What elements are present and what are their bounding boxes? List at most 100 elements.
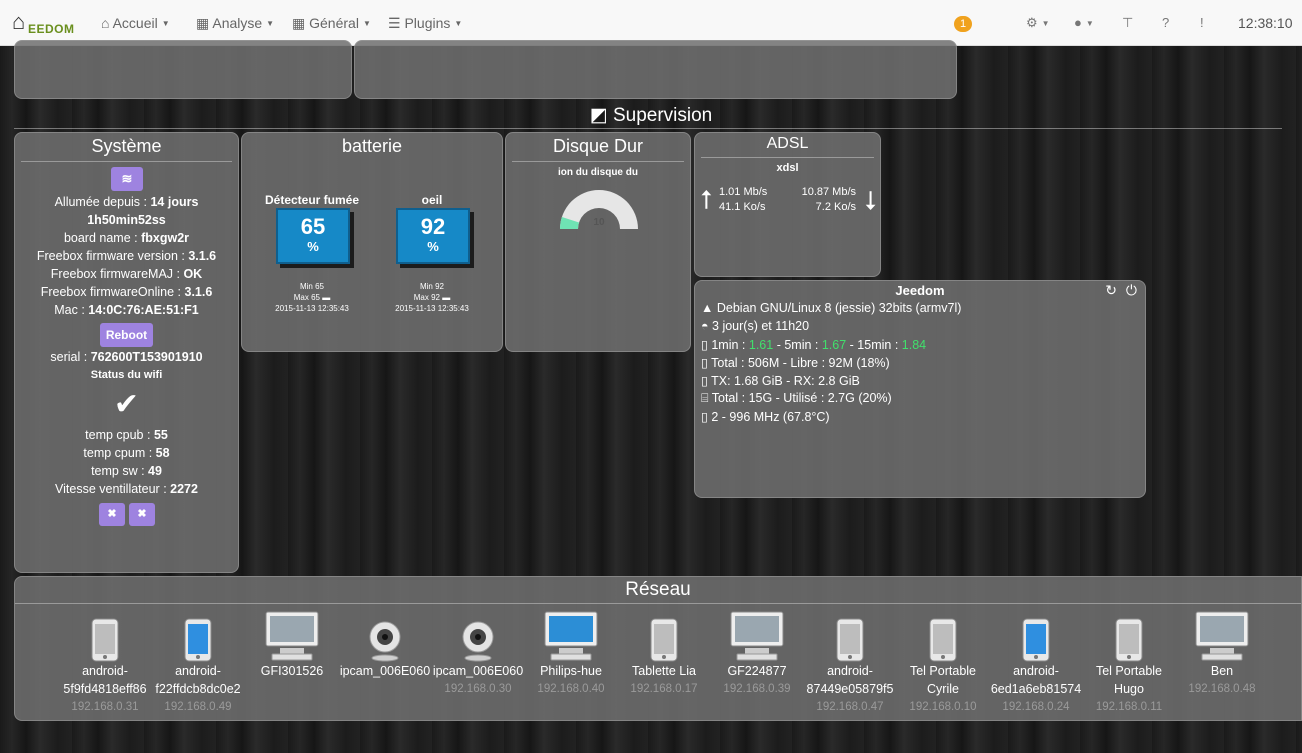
device-name: Tel Portable xyxy=(1095,664,1162,678)
phone-icon xyxy=(1083,604,1175,662)
disk-gauge-value: 10 xyxy=(593,217,605,228)
close-button-2[interactable]: ✖ xyxy=(129,503,155,526)
network-device[interactable]: Ben 192.168.0.48 xyxy=(1176,604,1268,698)
device-name-2: Cyrile xyxy=(927,682,959,696)
panel-adsl: ADSL xdsl ⭡ 1.01 Mb/s 41.1 Ko/s 10.87 Mb… xyxy=(694,132,881,277)
battery-value: 92 xyxy=(420,214,446,239)
device-name-2: f22ffdcb8dc0e2 xyxy=(155,682,241,696)
dashboard-icon: ◓ xyxy=(701,319,713,333)
device-name: android- xyxy=(175,664,221,678)
desktop-blue-icon xyxy=(525,604,617,662)
device-name: Philips-hue xyxy=(540,664,602,678)
device-name-2: 6ed1a6eb81574 xyxy=(990,682,1082,696)
phone-icon xyxy=(59,604,151,662)
refresh-icon[interactable]: ↻ xyxy=(1105,282,1117,299)
caret-down-icon: ▼ xyxy=(454,19,463,29)
reseau-title: Réseau xyxy=(625,579,691,600)
menu-accueil-label: Accueil xyxy=(112,15,158,31)
desktop-icon xyxy=(246,604,338,662)
supervision-header: ◩ Supervision xyxy=(0,104,1302,127)
device-ip: 192.168.0.40 xyxy=(537,683,605,695)
adsl-up-rate: 1.01 Mb/s xyxy=(719,186,768,198)
serial-line: serial : 762600T153901910 xyxy=(50,350,203,364)
fw-line: Freebox firmware version : 3.1.6 xyxy=(36,249,217,263)
phone-blue-icon xyxy=(990,604,1082,662)
webcam-icon xyxy=(432,604,524,662)
device-name: android- xyxy=(82,664,128,678)
disque-title: Disque Dur xyxy=(552,136,644,156)
home-icon: ⌂ xyxy=(101,15,113,31)
board-line: board name : fbxgw2r xyxy=(63,231,190,245)
phone-icon xyxy=(618,604,710,662)
check-icon: ✔ xyxy=(113,388,140,421)
battery-date: 2015-11-13 12:35:43 xyxy=(275,304,349,313)
disk-gauge: 10 xyxy=(560,190,638,229)
battery-value: 65 xyxy=(300,214,326,239)
network-icon: ▯ xyxy=(701,374,712,388)
reboot-button[interactable]: Reboot xyxy=(100,323,153,347)
wifi-status-label: Status du wifi xyxy=(90,369,163,381)
fan-line: Vitesse ventillateur : 2272 xyxy=(55,482,198,496)
network-device[interactable]: Tel Portable Hugo 192.168.0.11 xyxy=(1083,604,1175,716)
device-ip: 192.168.0.10 xyxy=(909,701,977,713)
network-device[interactable]: android-f22ffdcb8dc0e2 192.168.0.49 xyxy=(152,604,244,716)
divider xyxy=(701,157,874,158)
sitemap-icon[interactable]: ⊤ xyxy=(1122,15,1133,31)
uptime-line: ◓ 3 jour(s) et 11h20 xyxy=(701,319,810,333)
wifi-button[interactable]: ≋ xyxy=(111,167,143,191)
device-ip: 192.168.0.48 xyxy=(1188,683,1256,695)
network-device[interactable]: android- 87449e05879f5 192.168.0.47 xyxy=(804,604,896,716)
supervision-title: Supervision xyxy=(612,105,713,126)
chart-icon: ▦ xyxy=(196,15,213,31)
fwmaj-line: Freebox firmwareMAJ : OK xyxy=(50,267,203,281)
notification-badge[interactable]: 1 xyxy=(954,16,972,32)
arrow-up-icon: ⭡ xyxy=(700,185,713,215)
device-name: ipcam_006E060 xyxy=(339,664,431,678)
info-icon[interactable]: ! xyxy=(1200,15,1204,31)
disk-line: ⌸ Total : 15G - Utilisé : 2.7G (20%) xyxy=(701,391,892,405)
desktop-icon xyxy=(1176,604,1268,662)
cpum-line: temp cpum : 58 xyxy=(83,446,170,460)
phone-icon xyxy=(897,604,989,662)
hdd-icon: ⌸ xyxy=(701,391,712,405)
grid-icon: ▦ xyxy=(292,15,310,31)
device-ip: 192.168.0.31 xyxy=(71,701,139,713)
battery-gauge: 92 % xyxy=(396,208,470,264)
cpu-icon: ▯ xyxy=(701,410,712,424)
device-name: android- xyxy=(827,664,873,678)
load-line: ▯ 1min : 1.61 - 5min : 1.67 - 15min : 1.… xyxy=(701,338,927,352)
power-icon[interactable]: ⏻ xyxy=(1126,282,1137,299)
help-icon[interactable]: ? xyxy=(1162,15,1169,31)
adsl-up-speed: 41.1 Ko/s xyxy=(719,201,766,213)
network-device[interactable]: android- 6ed1a6eb81574 192.168.0.24 xyxy=(990,604,1082,716)
caret-down-icon: ▼ xyxy=(362,19,371,29)
device-name: ipcam_006E060 xyxy=(432,664,524,678)
panel-batterie: batterie Détecteur fumée oeil 65 % 92 % … xyxy=(241,132,503,352)
webcam-icon xyxy=(339,604,431,662)
user-icon[interactable]: ● ▼ xyxy=(1074,15,1094,31)
network-device[interactable]: android- 5f9fd4818eff86 192.168.0.31 xyxy=(59,604,151,716)
caret-down-icon: ▼ xyxy=(266,19,275,29)
cogs-icon[interactable]: ⚙ ▼ xyxy=(1026,15,1050,31)
network-device[interactable]: Tablette Lia 192.168.0.17 xyxy=(618,604,710,698)
logo-text: EEDOM xyxy=(28,22,75,36)
network-device[interactable]: GF224877 192.168.0.39 xyxy=(711,604,803,698)
memory-icon: ▯ xyxy=(701,356,712,370)
device-name: Tablette Lia xyxy=(632,664,696,678)
network-device[interactable]: Tel Portable Cyrile 192.168.0.10 xyxy=(897,604,989,716)
device-ip: 192.168.0.11 xyxy=(1095,701,1163,713)
network-device[interactable]: ipcam_006E060 192.168.0.30 xyxy=(432,604,524,698)
device-name: android- xyxy=(1013,664,1059,678)
phone-blue-icon xyxy=(152,604,244,662)
network-device[interactable]: Philips-hue 192.168.0.40 xyxy=(525,604,617,698)
supervision-rule xyxy=(14,128,1282,129)
jeedom-logo[interactable]: ⌂ EEDOM xyxy=(12,9,78,39)
list-icon: ☰ xyxy=(388,15,405,31)
clock: 12:38:10 xyxy=(1238,15,1293,31)
network-device[interactable]: GFI301526 xyxy=(246,604,338,680)
close-button-1[interactable]: ✖ xyxy=(99,503,125,526)
device-ip: 192.168.0.30 xyxy=(444,683,512,695)
mac-line: Mac : 14:0C:76:AE:51:F1 xyxy=(54,303,199,317)
device-name-2: Hugo xyxy=(1114,682,1144,696)
network-device[interactable]: ipcam_006E060 xyxy=(339,604,431,680)
